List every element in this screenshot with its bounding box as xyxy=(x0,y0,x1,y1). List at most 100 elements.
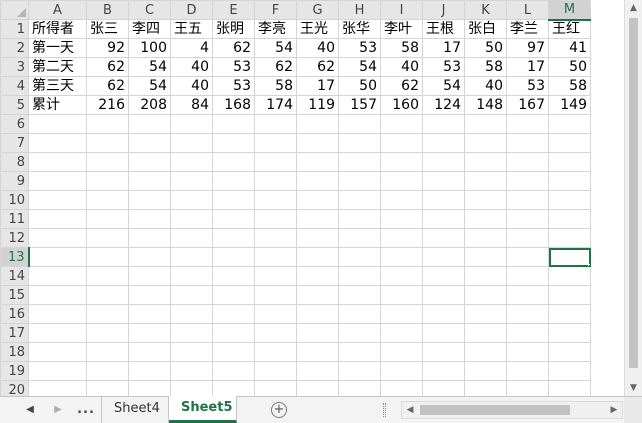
column-header-l[interactable]: L xyxy=(506,0,549,20)
cell-e5[interactable]: 168 xyxy=(212,95,255,115)
cell-i4[interactable]: 62 xyxy=(380,76,423,96)
cell-i16[interactable] xyxy=(380,304,423,324)
cell-d4[interactable]: 40 xyxy=(170,76,213,96)
cell-j19[interactable] xyxy=(422,361,465,381)
cell-m12[interactable] xyxy=(548,228,591,248)
cell-g11[interactable] xyxy=(296,209,339,229)
cell-f9[interactable] xyxy=(254,171,297,191)
cell-d1[interactable]: 王五 xyxy=(170,19,213,39)
cell-b14[interactable] xyxy=(86,266,129,286)
cell-g13[interactable] xyxy=(296,247,339,267)
cell-a6[interactable] xyxy=(28,114,87,134)
cell-f6[interactable] xyxy=(254,114,297,134)
cell-b8[interactable] xyxy=(86,152,129,172)
cell-e3[interactable]: 53 xyxy=(212,57,255,77)
cell-h4[interactable]: 50 xyxy=(338,76,381,96)
cell-a12[interactable] xyxy=(28,228,87,248)
cell-d13[interactable] xyxy=(170,247,213,267)
plus-circle-icon[interactable]: + xyxy=(271,402,287,418)
cell-l4[interactable]: 53 xyxy=(506,76,549,96)
cell-d6[interactable] xyxy=(170,114,213,134)
cell-i11[interactable] xyxy=(380,209,423,229)
cell-b17[interactable] xyxy=(86,323,129,343)
row-header-8[interactable]: 8 xyxy=(0,152,29,172)
cell-m2[interactable]: 41 xyxy=(548,38,591,58)
column-header-c[interactable]: C xyxy=(128,0,171,20)
row-header-15[interactable]: 15 xyxy=(0,285,29,305)
cell-g15[interactable] xyxy=(296,285,339,305)
cell-d2[interactable]: 4 xyxy=(170,38,213,58)
cell-c7[interactable] xyxy=(128,133,171,153)
cell-e4[interactable]: 53 xyxy=(212,76,255,96)
cell-g7[interactable] xyxy=(296,133,339,153)
cell-k16[interactable] xyxy=(464,304,507,324)
cell-k15[interactable] xyxy=(464,285,507,305)
cell-j16[interactable] xyxy=(422,304,465,324)
cell-i10[interactable] xyxy=(380,190,423,210)
cell-d14[interactable] xyxy=(170,266,213,286)
row-header-17[interactable]: 17 xyxy=(0,323,29,343)
row-header-2[interactable]: 2 xyxy=(0,38,29,58)
column-header-h[interactable]: H xyxy=(338,0,381,20)
cell-m11[interactable] xyxy=(548,209,591,229)
cell-j9[interactable] xyxy=(422,171,465,191)
cell-a16[interactable] xyxy=(28,304,87,324)
cell-f10[interactable] xyxy=(254,190,297,210)
cell-h1[interactable]: 张华 xyxy=(338,19,381,39)
cell-m7[interactable] xyxy=(548,133,591,153)
row-header-1[interactable]: 1 xyxy=(0,19,29,39)
vertical-scrollbar[interactable]: ▲ ▼ xyxy=(624,0,642,396)
cell-a15[interactable] xyxy=(28,285,87,305)
cell-f5[interactable]: 174 xyxy=(254,95,297,115)
cell-c5[interactable]: 208 xyxy=(128,95,171,115)
cell-l10[interactable] xyxy=(506,190,549,210)
cell-c15[interactable] xyxy=(128,285,171,305)
column-header-k[interactable]: K xyxy=(464,0,507,20)
cell-j2[interactable]: 17 xyxy=(422,38,465,58)
cell-a8[interactable] xyxy=(28,152,87,172)
cell-m3[interactable]: 50 xyxy=(548,57,591,77)
cell-i8[interactable] xyxy=(380,152,423,172)
cell-h19[interactable] xyxy=(338,361,381,381)
cell-j6[interactable] xyxy=(422,114,465,134)
cell-h13[interactable] xyxy=(338,247,381,267)
scroll-left-icon[interactable]: ◀ xyxy=(402,402,418,418)
cell-h8[interactable] xyxy=(338,152,381,172)
cell-d16[interactable] xyxy=(170,304,213,324)
cell-c10[interactable] xyxy=(128,190,171,210)
more-sheets-button[interactable]: ... xyxy=(76,402,96,418)
cell-e1[interactable]: 张明 xyxy=(212,19,255,39)
scroll-up-icon[interactable]: ▲ xyxy=(625,0,642,16)
row-header-9[interactable]: 9 xyxy=(0,171,29,191)
cell-h7[interactable] xyxy=(338,133,381,153)
row-header-14[interactable]: 14 xyxy=(0,266,29,286)
cell-l11[interactable] xyxy=(506,209,549,229)
cell-b9[interactable] xyxy=(86,171,129,191)
cell-g14[interactable] xyxy=(296,266,339,286)
row-header-3[interactable]: 3 xyxy=(0,57,29,77)
cell-b2[interactable]: 92 xyxy=(86,38,129,58)
cell-c12[interactable] xyxy=(128,228,171,248)
cell-g2[interactable]: 40 xyxy=(296,38,339,58)
cell-l2[interactable]: 97 xyxy=(506,38,549,58)
column-header-i[interactable]: I xyxy=(380,0,423,20)
cell-d8[interactable] xyxy=(170,152,213,172)
cell-m1[interactable]: 王红 xyxy=(548,19,591,39)
horizontal-scrollbar[interactable]: ◀ ▶ xyxy=(401,401,623,419)
cell-e2[interactable]: 62 xyxy=(212,38,255,58)
column-header-g[interactable]: G xyxy=(296,0,339,20)
cell-m18[interactable] xyxy=(548,342,591,362)
cell-f12[interactable] xyxy=(254,228,297,248)
cell-f1[interactable]: 李亮 xyxy=(254,19,297,39)
cell-h12[interactable] xyxy=(338,228,381,248)
cell-a9[interactable] xyxy=(28,171,87,191)
cell-h6[interactable] xyxy=(338,114,381,134)
cell-c11[interactable] xyxy=(128,209,171,229)
cell-l12[interactable] xyxy=(506,228,549,248)
cell-a18[interactable] xyxy=(28,342,87,362)
cell-a7[interactable] xyxy=(28,133,87,153)
cell-j10[interactable] xyxy=(422,190,465,210)
cell-h14[interactable] xyxy=(338,266,381,286)
cell-a4[interactable]: 第三天 xyxy=(28,76,87,96)
cell-g20[interactable] xyxy=(296,380,339,396)
